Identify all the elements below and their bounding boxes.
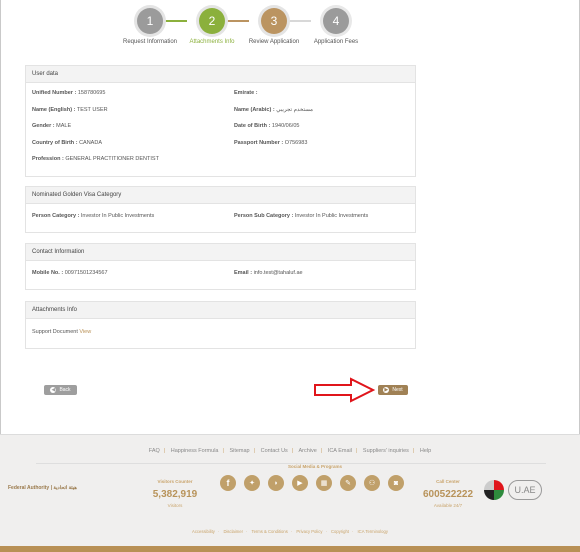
bottom-link-accessibility[interactable]: Accessibility [192, 529, 215, 534]
golden-visa-category-card: Nominated Golden Visa Category Person Ca… [25, 186, 416, 233]
user-data-card: User data Unified Number : 158780695 Emi… [25, 65, 416, 177]
visitors-count: 5,382,919 [152, 489, 198, 500]
date-of-birth-row: Date of Birth : 1940/06/05 [234, 123, 300, 129]
step-3-label: Review Application [248, 39, 300, 45]
windows-icon[interactable]: ▦ [316, 475, 332, 491]
android-icon[interactable]: ⚇ [364, 475, 380, 491]
call-center-hours: Available 24/7 [433, 503, 463, 508]
footer-link-sitemap[interactable]: Sitemap [229, 448, 249, 454]
step-1-circle[interactable]: 1 [137, 8, 163, 34]
country-of-birth-row: Country of Birth : CANADA [32, 140, 102, 146]
step-2-label: Attachments Info [189, 39, 235, 45]
email-row: Email : info.test@tahaluf.ae [234, 270, 303, 276]
step-2-circle[interactable]: 2 [199, 8, 225, 34]
gender-row: Gender : MALE [32, 123, 72, 129]
step-4-label: Application Fees [313, 39, 359, 45]
uae-emblem-icon [484, 480, 504, 500]
card-title: Nominated Golden Visa Category [26, 187, 415, 204]
mobile-row: Mobile No. : 00971501234567 [32, 270, 108, 276]
emirate-row: Emirate : [234, 90, 258, 96]
step-4-circle[interactable]: 4 [323, 8, 349, 34]
passport-number-row: Passport Number : O756983 [234, 140, 308, 146]
bottom-link-terms[interactable]: Terms & Conditions [251, 529, 287, 534]
footer-link-happiness-formula[interactable]: Happiness Formula [171, 448, 219, 454]
card-title: Attachments Info [26, 302, 415, 319]
rss-icon[interactable]: ◗ [268, 475, 284, 491]
back-button[interactable]: ◀ Back [44, 385, 77, 395]
arrow-right-icon: ▶ [383, 387, 390, 393]
youtube-icon[interactable]: ▶ [292, 475, 308, 491]
name-arabic-row: Name (Arabic) : مستخدم تجريبي [234, 107, 313, 113]
instagram-icon[interactable]: ◙ [388, 475, 404, 491]
bottom-link-privacy[interactable]: Privacy Policy [296, 529, 322, 534]
visitors-counter-caption: Visitors Counter [157, 479, 193, 484]
person-sub-category-row: Person Sub Category : Investor In Public… [234, 213, 369, 219]
unified-number-row: Unified Number : 158780695 [32, 90, 106, 96]
footer-link-faq[interactable]: FAQ [149, 448, 160, 454]
call-center-caption: Call Center [436, 479, 460, 484]
profession-row: Profession : GENERAL PRACTITIONER DENTIS… [32, 156, 159, 162]
footer-bottom-links: Accessibility · Disclaimer · Terms & Condi… [192, 529, 388, 534]
footer-link-archive[interactable]: Archive [298, 448, 316, 454]
red-arrow-annotation [314, 377, 375, 403]
footer-nav: FAQ | Happiness Formula | Sitemap | Contact… [148, 448, 432, 454]
bottom-link-ica-terminology[interactable]: ICA Terminology [358, 529, 388, 534]
card-title: User data [26, 66, 415, 83]
footer-link-contact-us[interactable]: Contact Us [261, 448, 288, 454]
person-category-row: Person Category : Investor In Public Inv… [32, 213, 155, 219]
card-title: Contact Information [26, 244, 415, 261]
footer-link-suppliers-inquiries[interactable]: Suppliers' inquiries [363, 448, 409, 454]
view-document-link[interactable]: View [79, 329, 91, 335]
contact-information-card: Contact Information Mobile No. : 0097150… [25, 243, 416, 290]
social-media-caption: Social Media & Programs [287, 464, 343, 469]
bottom-link-copyright[interactable]: Copyright [331, 529, 349, 534]
uae-logo[interactable]: U.AE [484, 478, 544, 504]
name-english-row: Name (English) : TEST USER [32, 107, 108, 113]
step-1-label: Request Information [122, 39, 178, 45]
attachments-info-card: Attachments Info Support Document View [25, 301, 416, 349]
instagram-alt-icon[interactable]: ✎ [340, 475, 356, 491]
footer-link-help[interactable]: Help [420, 448, 431, 454]
footer-bottom-bar [0, 546, 580, 552]
progress-stepper: 1 2 3 4 Request Information Attachments … [123, 8, 358, 60]
step-3-circle[interactable]: 3 [261, 8, 287, 34]
arrow-left-icon: ◀ [50, 387, 57, 393]
facebook-icon[interactable]: f [220, 475, 236, 491]
support-document-row: Support Document View [32, 329, 92, 335]
bottom-link-disclaimer[interactable]: Disclaimer [223, 529, 243, 534]
federal-authority-label: Federal Authority | هيئة اتحادية [8, 485, 77, 491]
twitter-icon[interactable]: ✦ [244, 475, 260, 491]
uae-logo-text: U.AE [508, 480, 542, 500]
footer-link-ica-email[interactable]: ICA Email [328, 448, 352, 454]
next-button[interactable]: ▶ Next [378, 385, 408, 395]
visitors-label: Visitors [167, 503, 183, 508]
call-center-number[interactable]: 600522222 [418, 489, 478, 500]
